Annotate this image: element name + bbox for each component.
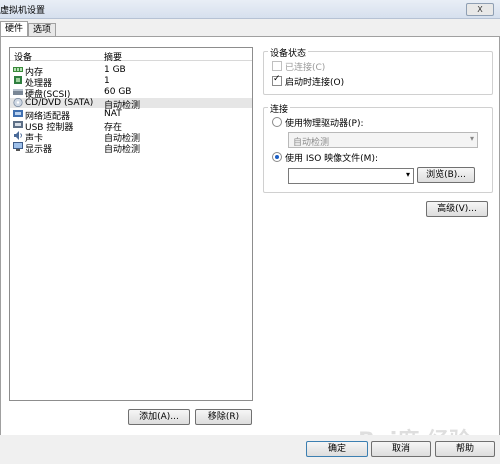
memory-icon [13, 67, 23, 72]
dialog-footer: 确定 取消 帮助 [0, 435, 500, 464]
iso-path-input[interactable]: ▾ [288, 168, 414, 184]
browse-button[interactable]: 浏览(B)... [417, 167, 475, 183]
remove-device-button[interactable]: 移除(R) [195, 409, 252, 425]
device-summary: 1 GB [104, 65, 126, 75]
radio-selected-dot [275, 155, 279, 159]
iso-image-radio[interactable] [272, 152, 282, 162]
device-summary: NAT [104, 109, 122, 119]
device-row-display[interactable]: 显示器 自动检测 [10, 142, 252, 155]
add-device-button[interactable]: 添加(A)... [128, 409, 190, 425]
close-icon: X [477, 5, 483, 14]
harddisk-icon [13, 89, 23, 95]
network-icon [13, 110, 23, 117]
cpu-icon [14, 76, 22, 84]
chevron-down-icon: ▾ [405, 170, 410, 179]
cancel-button[interactable]: 取消 [371, 441, 431, 457]
advanced-button[interactable]: 高级(V)... [426, 201, 488, 217]
device-list-header: 设备 摘要 [10, 48, 252, 63]
device-name: 显示器 [25, 145, 53, 155]
connected-label: 已连接(C) [285, 63, 326, 73]
connect-at-power-on-checkbox[interactable]: ✓ [272, 74, 282, 86]
usb-icon [13, 121, 23, 128]
physical-drive-value: 自动检测 [293, 138, 330, 148]
connect-at-power-on-label: 启动时连接(O) [285, 78, 345, 88]
summary-column-header[interactable]: 摘要 [104, 50, 122, 63]
tab-hardware[interactable]: 硬件 [0, 21, 29, 37]
device-row-processor[interactable]: 处理器 1 [10, 76, 252, 89]
device-row-network[interactable]: 网络适配器 NAT [10, 109, 252, 122]
device-status-group: 设备状态 已连接(C) ✓ 启动时连接(O) [263, 46, 493, 95]
device-summary: 1 [104, 76, 110, 86]
physical-drive-select[interactable]: 自动检测 ▾ [288, 132, 478, 148]
checkmark-icon: ✓ [273, 74, 281, 84]
cdrom-icon [13, 98, 23, 107]
device-row-usb[interactable]: USB 控制器 存在 [10, 120, 252, 133]
device-summary: 60 GB [104, 87, 132, 97]
connection-title: 连接 [268, 102, 291, 115]
device-row-sound[interactable]: 声卡 自动检测 [10, 131, 252, 144]
connected-checkbox[interactable] [272, 61, 282, 71]
iso-image-label: 使用 ISO 映像文件(M): [285, 154, 378, 164]
ok-button[interactable]: 确定 [306, 441, 368, 457]
device-column-header[interactable]: 设备 [14, 50, 32, 63]
device-row-harddisk[interactable]: 硬盘(SCSI) 60 GB [10, 87, 252, 100]
device-row-cddvd[interactable]: CD/DVD (SATA) 自动检测 [10, 98, 252, 111]
physical-drive-label: 使用物理驱动器(P): [285, 119, 364, 129]
device-status-title: 设备状态 [268, 46, 309, 59]
physical-drive-radio[interactable] [272, 117, 282, 127]
connection-group: 连接 使用物理驱动器(P): 自动检测 ▾ 使用 ISO 映像文件(M): ▾ … [263, 102, 493, 193]
close-button[interactable]: X [466, 3, 494, 16]
tab-options[interactable]: 选项 [28, 23, 57, 36]
device-name: CD/DVD (SATA) [25, 98, 94, 108]
device-list[interactable]: 设备 摘要 内存 1 GB 处理器 1 硬盘(SCSI) 60 GB CD/DV… [9, 47, 253, 401]
device-row-memory[interactable]: 内存 1 GB [10, 65, 252, 78]
hardware-panel: 设备 摘要 内存 1 GB 处理器 1 硬盘(SCSI) 60 GB CD/DV… [0, 36, 500, 454]
device-summary: 自动检测 [104, 145, 141, 155]
display-icon [13, 142, 23, 151]
title-bar: 虚拟机设置 X [0, 0, 500, 19]
sound-icon [14, 131, 22, 140]
window-title: 虚拟机设置 [0, 6, 46, 16]
help-button[interactable]: 帮助 [435, 441, 495, 457]
chevron-down-icon: ▾ [469, 134, 474, 143]
